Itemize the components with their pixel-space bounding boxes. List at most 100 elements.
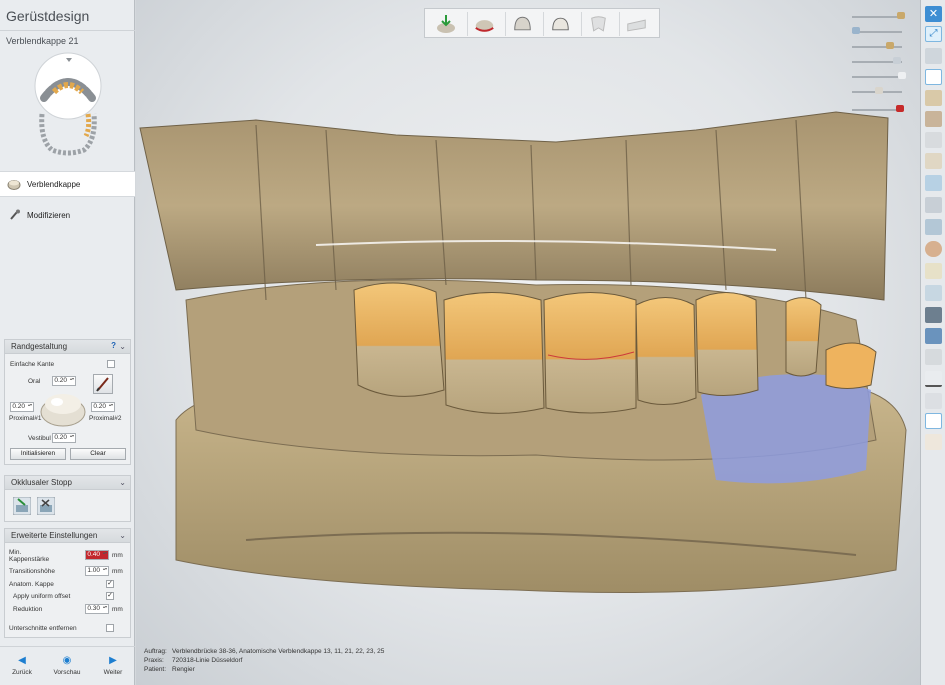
tooth-map-icon[interactable] xyxy=(30,52,106,158)
anatom-kappe-checkbox[interactable]: ✓ xyxy=(106,580,114,588)
warning-icon[interactable] xyxy=(925,263,942,279)
margin-line-icon[interactable] xyxy=(467,12,501,36)
panel-erweiterte-einstellungen: Erweiterte Einstellungen ⌄ Min. Kappenst… xyxy=(4,528,131,638)
slider-thumb[interactable] xyxy=(852,27,860,34)
pen-icon xyxy=(96,377,109,392)
uniform-offset-label: Apply uniform offset xyxy=(13,593,71,600)
anatom-kappe-label: Anatom. Kappe xyxy=(9,581,54,588)
measure-icon[interactable] xyxy=(925,90,942,106)
initialisieren-button[interactable]: Initialisieren xyxy=(10,448,66,460)
slider-track[interactable] xyxy=(852,109,902,111)
close-icon[interactable]: ✕ xyxy=(925,6,942,22)
rotate-view-icon[interactable] xyxy=(925,48,942,64)
slider-thumb[interactable] xyxy=(886,42,894,49)
slider-track[interactable] xyxy=(852,76,902,78)
proximal1-stepper[interactable]: 0.20 xyxy=(10,402,34,412)
unit-mm: mm xyxy=(112,606,123,613)
patient-key: Patient: xyxy=(144,666,167,673)
vestibul-stepper[interactable]: 0.20 xyxy=(52,433,76,443)
praxis-key: Praxis: xyxy=(144,657,164,664)
view-top-icon[interactable] xyxy=(925,69,942,85)
panel-title: Erweiterte Einstellungen xyxy=(11,531,98,540)
patient-value: Rengier xyxy=(172,666,195,673)
visibility-sliders xyxy=(852,10,920,120)
case-subtitle: Verblendkappe 21 xyxy=(6,36,79,46)
unit-mm: mm xyxy=(112,568,123,575)
next-button[interactable]: ▶ Weiter xyxy=(93,655,133,676)
unterschnitte-label: Unterschnitte entfernen xyxy=(9,625,77,632)
tooth-shape-icon[interactable] xyxy=(581,12,615,36)
zoom-icon[interactable] xyxy=(925,132,942,148)
proximal2-stepper[interactable]: 0.20 xyxy=(91,402,115,412)
edit-margin-button[interactable] xyxy=(93,374,113,394)
section-icon[interactable] xyxy=(925,111,942,127)
occlusal-stop-add-icon[interactable] xyxy=(13,497,31,515)
slider-thumb[interactable] xyxy=(875,87,883,94)
eye-icon: ◉ xyxy=(62,655,72,666)
auftrag-key: Auftrag: xyxy=(144,648,167,655)
chevron-down-icon[interactable]: ⌄ xyxy=(119,531,126,540)
slider-thumb[interactable] xyxy=(896,105,904,112)
fit-view-icon[interactable]: ⤢ xyxy=(925,26,942,42)
panel-header[interactable]: Erweiterte Einstellungen ⌄ xyxy=(5,529,130,543)
slider-thumb[interactable] xyxy=(898,72,906,79)
tooth-library-icon[interactable] xyxy=(925,153,942,169)
slider-thumb[interactable] xyxy=(893,57,901,64)
jaw-icon[interactable] xyxy=(925,219,942,235)
layout-icon[interactable] xyxy=(925,285,942,301)
step-modifizieren[interactable]: Modifizieren xyxy=(0,206,135,226)
slider-track[interactable] xyxy=(852,16,902,18)
panel-title: Okklusaler Stopp xyxy=(11,478,72,487)
connector-icon[interactable] xyxy=(619,12,653,36)
divider xyxy=(0,30,135,31)
arrow-right-icon: ▶ xyxy=(109,655,117,666)
shield-icon[interactable] xyxy=(925,349,942,365)
veneer-cap-icon[interactable] xyxy=(543,12,577,36)
min-kappe-label-2: Kappenstärke xyxy=(9,556,50,563)
unit-mm: mm xyxy=(112,552,123,559)
occlusal-stop-remove-icon[interactable] xyxy=(37,497,55,515)
patient-face-icon[interactable] xyxy=(925,241,942,257)
slider-track[interactable] xyxy=(852,46,902,48)
clear-button[interactable]: Clear xyxy=(70,448,126,460)
step-verblendkappe[interactable]: Verblendkappe xyxy=(0,171,135,197)
model-view-icon[interactable] xyxy=(925,413,942,429)
panel-title: Randgestaltung xyxy=(11,342,68,351)
brush-icon xyxy=(10,209,20,220)
dental-model-render[interactable] xyxy=(136,0,920,685)
navigation-bar: ◀ Zurück ◉ Vorschau ▶ Weiter xyxy=(0,646,135,685)
arrow-left-icon: ◀ xyxy=(18,655,26,666)
camera-icon[interactable] xyxy=(925,307,942,323)
uniform-offset-checkbox[interactable]: ✓ xyxy=(106,592,114,600)
crown-icon xyxy=(7,180,21,190)
model-upload-icon[interactable] xyxy=(429,12,463,36)
oral-label: Oral xyxy=(28,378,41,385)
ruler-icon[interactable] xyxy=(925,197,942,213)
oral-stepper[interactable]: 0.20 xyxy=(52,376,76,386)
panel-okklusaler-stopp: Okklusaler Stopp ⌄ xyxy=(4,475,131,522)
chevron-down-icon[interactable]: ⌄ xyxy=(119,478,126,487)
tooth-cap-icon[interactable] xyxy=(505,12,539,36)
panel-header[interactable]: Randgestaltung ? ⌄ xyxy=(5,340,130,354)
transition-stepper[interactable]: 1.00 xyxy=(85,566,109,576)
transparency-icon[interactable] xyxy=(925,434,942,450)
transition-label: Transitionshöhe xyxy=(9,568,56,575)
preview-button[interactable]: ◉ Vorschau xyxy=(47,655,87,676)
scan-icon[interactable] xyxy=(925,175,942,191)
step-label: Verblendkappe xyxy=(27,180,81,189)
settings-icon[interactable] xyxy=(925,393,942,409)
reduktion-stepper[interactable]: 0.30 xyxy=(85,604,109,614)
slider-thumb[interactable] xyxy=(897,12,905,19)
einfache-kante-checkbox[interactable] xyxy=(107,360,115,368)
vestibul-label: Vestibul xyxy=(28,435,51,442)
step-label: Modifizieren xyxy=(27,211,71,220)
back-button[interactable]: ◀ Zurück xyxy=(2,655,42,676)
panel-header[interactable]: Okklusaler Stopp ⌄ xyxy=(5,476,130,490)
articulator-icon[interactable] xyxy=(925,328,942,344)
min-kappe-stepper[interactable]: 0.40 xyxy=(85,550,109,560)
chevron-down-icon[interactable]: ⌄ xyxy=(119,342,126,351)
axis-icon[interactable] xyxy=(925,371,942,387)
help-icon[interactable]: ? xyxy=(111,341,116,350)
unterschnitte-checkbox[interactable] xyxy=(106,624,114,632)
3d-viewport[interactable]: Auftrag: Verblendbrücke 38-36, Anatomisch… xyxy=(136,0,920,685)
